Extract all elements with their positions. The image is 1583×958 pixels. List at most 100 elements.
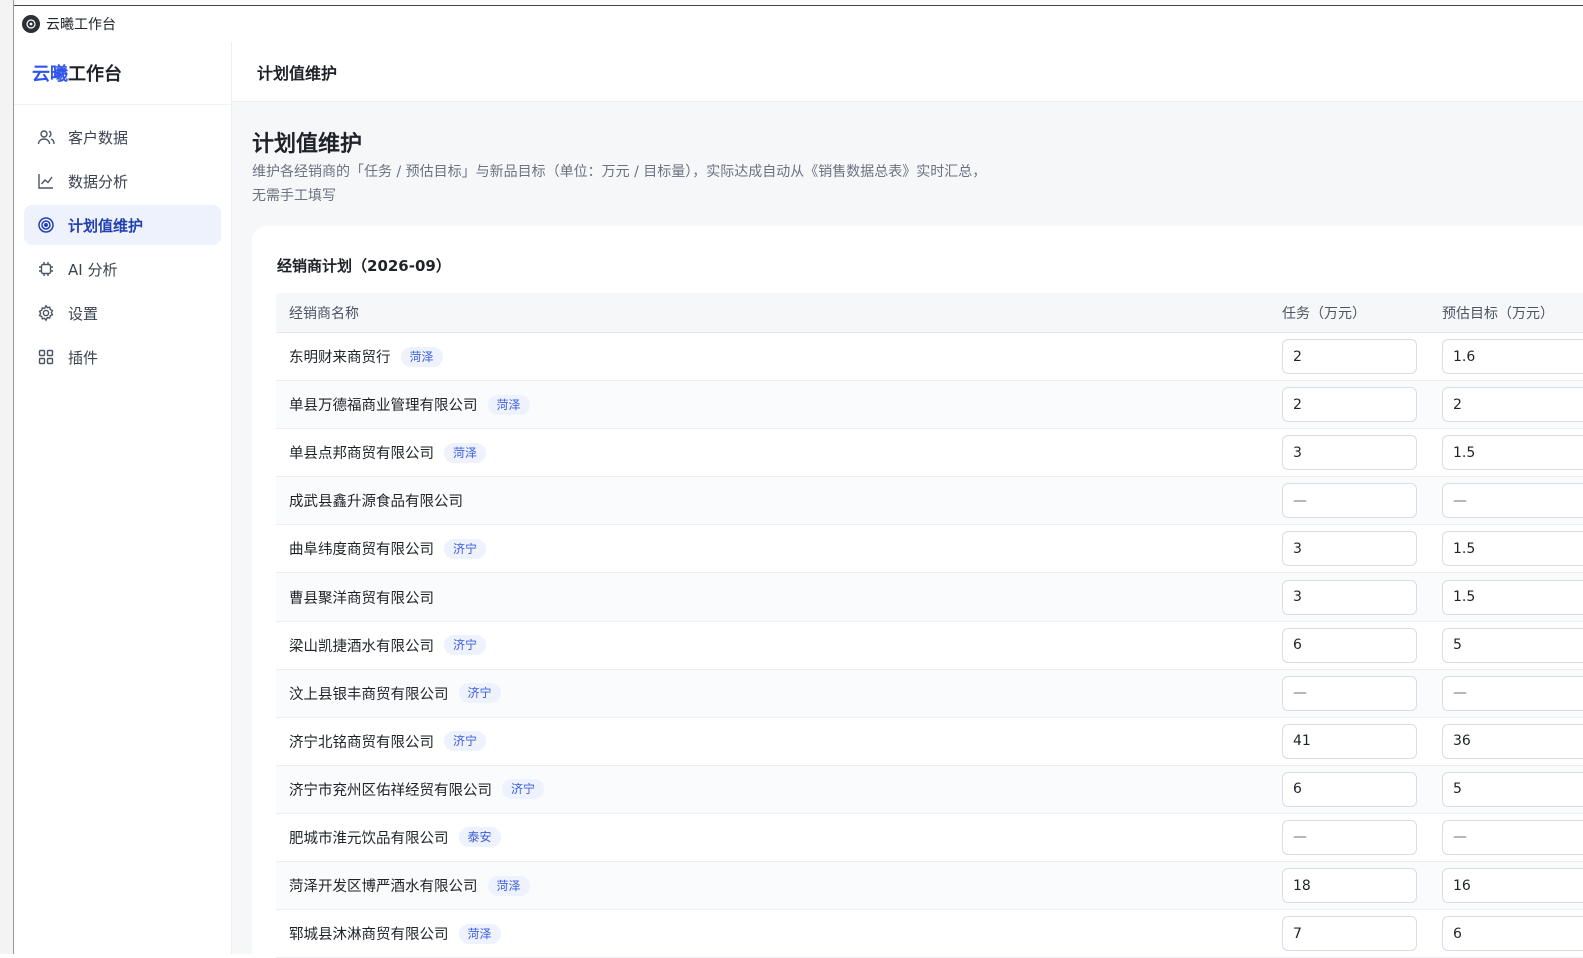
estimate-cell (1429, 435, 1583, 471)
estimate-input[interactable] (1442, 579, 1583, 615)
task-input[interactable] (1282, 531, 1417, 567)
dealer-name: 单县点邦商贸有限公司 (289, 446, 434, 463)
task-input[interactable] (1282, 771, 1417, 807)
estimate-input[interactable] (1442, 435, 1583, 471)
header-task: 任务（万元） (1282, 305, 1366, 322)
topbar-title: 计划值维护 (257, 63, 338, 83)
dealer-name: 曲阜纬度商贸有限公司 (289, 542, 434, 559)
gear-icon (37, 304, 55, 322)
task-cell (1269, 531, 1429, 567)
task-cell (1269, 868, 1429, 904)
task-input[interactable] (1282, 868, 1417, 904)
sidebar-item-label: 插件 (68, 348, 99, 367)
app-logo-icon (22, 15, 40, 33)
table-row: 成武县鑫升源食品有限公司 (276, 477, 1583, 526)
region-tag: 菏泽 (400, 346, 443, 367)
dealer-name-cell: 肥城市淮元饮品有限公司 泰安 (276, 827, 1269, 848)
estimate-input[interactable] (1442, 771, 1583, 807)
task-input[interactable] (1282, 387, 1417, 423)
dealer-plan-table: 经销商名称 任务（万元） 预估目标（万元） 东明财来商贸行菏泽单县万德福商业管理… (276, 293, 1583, 958)
dealer-name-cell: 单县点邦商贸有限公司 菏泽 (276, 442, 1269, 463)
sidebar-nav: 客户数据 数据分析 计划值维护 AI 分析 设置 插件 (14, 105, 231, 393)
task-input[interactable] (1282, 675, 1417, 711)
sidebar-item-data-analysis[interactable]: 数据分析 (24, 161, 221, 201)
estimate-cell (1429, 531, 1583, 567)
estimate-input[interactable] (1442, 387, 1583, 423)
table-row: 东明财来商贸行 菏泽 (276, 333, 1583, 382)
estimate-input[interactable] (1442, 531, 1583, 567)
task-input[interactable] (1282, 627, 1417, 663)
header-dealer-name: 经销商名称 (289, 305, 359, 322)
estimate-input[interactable] (1442, 819, 1583, 855)
task-cell (1269, 819, 1429, 855)
table-header: 经销商名称 任务（万元） 预估目标（万元） (276, 293, 1583, 333)
card-title: 经销商计划（2026-09） (277, 257, 451, 275)
line-chart-icon (37, 172, 55, 190)
sidebar-item-settings[interactable]: 设置 (24, 293, 221, 333)
estimate-cell (1429, 771, 1583, 807)
dealer-name: 曹县聚洋商贸有限公司 (289, 590, 434, 607)
dealer-name-cell: 汶上县银丰商贸有限公司 济宁 (276, 683, 1269, 704)
task-input[interactable] (1282, 483, 1417, 519)
sidebar-item-label: 客户数据 (68, 128, 129, 147)
task-input[interactable] (1282, 916, 1417, 952)
estimate-input[interactable] (1442, 916, 1583, 952)
region-tag: 泰安 (458, 827, 501, 848)
dealer-name-cell: 曲阜纬度商贸有限公司 济宁 (276, 538, 1269, 559)
dealer-name: 菏泽开发区博严酒水有限公司 (289, 879, 478, 896)
region-tag: 菏泽 (487, 394, 530, 415)
window-title: 云曦工作台 (46, 17, 116, 33)
estimate-input[interactable] (1442, 675, 1583, 711)
dealer-name-cell: 济宁北铭商贸有限公司 济宁 (276, 731, 1269, 752)
dealer-name: 济宁北铭商贸有限公司 (289, 734, 434, 751)
sidebar-item-ai-analysis[interactable]: AI 分析 (24, 249, 221, 289)
dealer-name: 郓城县沐淋商贸有限公司 (289, 927, 449, 944)
region-tag: 菏泽 (458, 923, 501, 944)
sidebar-item-plan-maintenance[interactable]: 计划值维护 (24, 205, 221, 245)
sidebar-item-plugins[interactable]: 插件 (24, 337, 221, 377)
estimate-cell (1429, 819, 1583, 855)
table-row: 单县点邦商贸有限公司 菏泽 (276, 429, 1583, 478)
task-cell (1269, 387, 1429, 423)
task-cell (1269, 723, 1429, 759)
task-input[interactable] (1282, 723, 1417, 759)
task-input[interactable] (1282, 819, 1417, 855)
table-row: 郓城县沐淋商贸有限公司 菏泽 (276, 910, 1583, 958)
region-tag: 济宁 (458, 683, 501, 704)
task-cell (1269, 916, 1429, 952)
table-row: 单县万德福商业管理有限公司 菏泽 (276, 381, 1583, 430)
region-tag: 菏泽 (444, 442, 487, 463)
estimate-cell (1429, 339, 1583, 375)
region-tag: 济宁 (444, 731, 487, 752)
dealer-name-cell: 东明财来商贸行 菏泽 (276, 346, 1269, 367)
dealer-name-cell: 济宁市兖州区佑祥经贸有限公司 济宁 (276, 779, 1269, 800)
estimate-input[interactable] (1442, 339, 1583, 375)
sidebar-item-customer-data[interactable]: 客户数据 (24, 117, 221, 157)
task-cell (1269, 771, 1429, 807)
table-row: 济宁北铭商贸有限公司 济宁 (276, 718, 1583, 766)
task-cell (1269, 675, 1429, 711)
table-row: 梁山凯捷酒水有限公司 济宁 (276, 622, 1583, 670)
estimate-input[interactable] (1442, 483, 1583, 519)
estimate-cell (1429, 675, 1583, 711)
estimate-input[interactable] (1442, 627, 1583, 663)
brand-rest: 工作台 (68, 64, 122, 85)
estimate-input[interactable] (1442, 868, 1583, 904)
table-row: 肥城市淮元饮品有限公司 泰安 (276, 814, 1583, 863)
grid-icon (37, 348, 55, 366)
table-row: 汶上县银丰商贸有限公司 济宁 (276, 669, 1583, 718)
task-input[interactable] (1282, 339, 1417, 375)
header-estimate: 预估目标（万元） (1442, 305, 1554, 322)
task-cell (1269, 483, 1429, 519)
region-tag: 菏泽 (487, 875, 530, 896)
task-cell (1269, 435, 1429, 471)
users-icon (37, 128, 55, 146)
target-icon (37, 216, 55, 234)
task-input[interactable] (1282, 435, 1417, 471)
estimate-input[interactable] (1442, 723, 1583, 759)
task-input[interactable] (1282, 579, 1417, 615)
table-row: 菏泽开发区博严酒水有限公司 菏泽 (276, 862, 1583, 911)
dealer-name-cell: 郓城县沐淋商贸有限公司 菏泽 (276, 923, 1269, 944)
sidebar-item-label: AI 分析 (68, 260, 118, 279)
table-row: 曲阜纬度商贸有限公司 济宁 (276, 525, 1583, 574)
